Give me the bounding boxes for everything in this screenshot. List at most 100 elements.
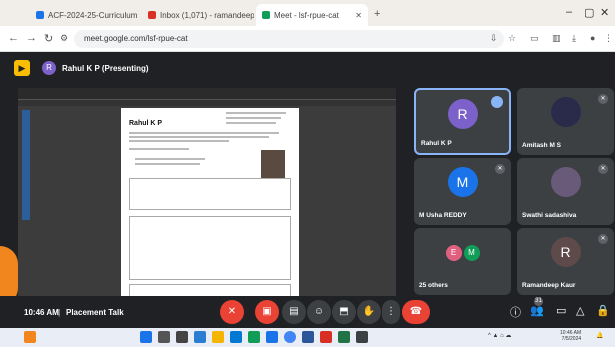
maximize-icon[interactable]: ▢: [584, 6, 594, 19]
participant-avatar: R: [447, 99, 478, 129]
notification-icon[interactable]: 🔔: [596, 332, 603, 339]
clock-date: 7/5/2024: [561, 336, 582, 342]
document-text-line: [135, 158, 205, 160]
chat-icon[interactable]: ▭: [556, 304, 566, 317]
url-field[interactable]: meet.google.com/lsf-rpue-cat: [74, 30, 504, 48]
back-icon[interactable]: ←: [8, 32, 19, 44]
meet-logo-icon: ▶: [14, 60, 30, 76]
site-info-icon[interactable]: ⚙: [60, 33, 68, 44]
document-text-line: [129, 148, 189, 150]
forward-icon[interactable]: →: [26, 32, 37, 44]
os-taskbar: ^ ▲ ⌂ ☁ 10:46 AM 7/5/2024 🔔: [0, 328, 615, 347]
participant-name: 25 others: [419, 282, 448, 289]
taskview-icon[interactable]: [176, 331, 188, 343]
mic-muted-icon: ✕: [495, 164, 505, 174]
widgets-icon[interactable]: [194, 331, 206, 343]
presenter-bar: ▶ R Rahul K P (Presenting): [14, 59, 149, 77]
participant-avatar: [550, 167, 581, 197]
participant-tile[interactable]: ✕ Swathi sadashiva: [517, 158, 614, 225]
info-icon[interactable]: ⓘ: [510, 304, 521, 320]
tab-title: Inbox (1,071) - ramandeep.k@: [160, 10, 254, 20]
leave-call-button[interactable]: ☎: [402, 300, 430, 324]
word-icon[interactable]: [302, 331, 314, 343]
participant-count-badge: 31: [534, 297, 543, 306]
participant-name: Ramandeep Kaur: [522, 282, 576, 289]
start-icon[interactable]: [140, 331, 152, 343]
participant-tile[interactable]: R ✕ Ramandeep Kaur: [517, 228, 614, 295]
participant-tile[interactable]: M ✕ M Usha REDDY: [414, 158, 511, 225]
participant-avatar: M: [463, 245, 480, 262]
file-explorer-icon[interactable]: [212, 331, 224, 343]
sidepanel-icon[interactable]: ▥: [552, 33, 561, 44]
activities-icon[interactable]: △: [576, 304, 584, 317]
meet-area: ▶ R Rahul K P (Presenting) Rahul K P R R…: [0, 52, 615, 306]
participant-avatar: [550, 97, 581, 127]
clock[interactable]: 10:46 AM 7/5/2024: [560, 330, 581, 342]
excel-icon[interactable]: [338, 331, 350, 343]
others-avatar-group: EM: [443, 237, 483, 267]
captions-button[interactable]: ▤: [282, 300, 306, 324]
edge-icon[interactable]: [230, 331, 242, 343]
participant-avatar: R: [550, 237, 581, 267]
participant-name: Rahul K P: [421, 140, 452, 147]
weather-widget-icon[interactable]: [24, 331, 36, 343]
browser-tab-bar: ACF-2024-25-Curriculum - Goo ✕ Inbox (1,…: [0, 0, 615, 26]
reactions-button[interactable]: ☺: [307, 300, 331, 324]
download-tray-icon[interactable]: ⤓: [572, 33, 576, 44]
url-text: meet.google.com/lsf-rpue-cat: [84, 34, 188, 43]
chrome-icon[interactable]: [284, 331, 296, 343]
separator: |: [58, 308, 61, 317]
raise-hand-button[interactable]: ✋: [357, 300, 381, 324]
new-tab-icon[interactable]: +: [374, 8, 380, 20]
mic-muted-icon: ✕: [598, 94, 608, 104]
close-window-icon[interactable]: ✕: [600, 6, 609, 19]
shared-app-titlebar: [18, 88, 396, 100]
browser-tab-active[interactable]: Meet - lsf-rpue-cat ✕: [256, 4, 368, 26]
acrobat-icon[interactable]: [320, 331, 332, 343]
shared-document-page: Rahul K P: [121, 108, 299, 298]
extension-icon[interactable]: ▭: [530, 33, 539, 44]
reload-icon[interactable]: ↻: [44, 32, 53, 45]
tab-title: ACF-2024-25-Curriculum - Goo: [48, 10, 140, 20]
document-text-line: [129, 140, 229, 142]
mic-toggle-button[interactable]: ✕: [220, 300, 244, 324]
document-table: [129, 216, 291, 280]
shared-screen: Rahul K P: [18, 88, 396, 298]
participant-tile[interactable]: EM 25 others: [414, 228, 511, 295]
bookmark-icon[interactable]: ☆: [508, 33, 516, 44]
download-icon[interactable]: ⇩: [490, 33, 498, 44]
profile-icon[interactable]: ●: [590, 33, 595, 43]
shared-app-toolbar: [18, 100, 396, 106]
document-text-line: [129, 136, 269, 138]
menu-icon[interactable]: ⋮: [604, 33, 613, 44]
participant-tile[interactable]: ✕ Amitash M S: [517, 88, 614, 155]
tray-icons[interactable]: ^ ▲ ⌂ ☁: [488, 332, 511, 339]
app-icon[interactable]: [356, 331, 368, 343]
browser-tab[interactable]: ACF-2024-25-Curriculum - Goo ✕: [30, 4, 140, 26]
participant-avatar: E: [445, 245, 462, 262]
document-text-line: [226, 117, 281, 119]
present-button[interactable]: ⬒: [332, 300, 356, 324]
participant-tile[interactable]: R Rahul K P: [414, 88, 511, 155]
search-icon[interactable]: [158, 331, 170, 343]
address-bar: ← → ↻ ⚙ meet.google.com/lsf-rpue-cat ⇩ ☆…: [0, 26, 615, 52]
browser-tab[interactable]: Inbox (1,071) - ramandeep.k@ ✕: [142, 4, 254, 26]
close-tab-icon[interactable]: ✕: [351, 11, 362, 20]
participant-name: M Usha REDDY: [419, 212, 467, 219]
document-text-line: [129, 132, 279, 134]
minimize-icon[interactable]: –: [566, 6, 572, 18]
meeting-time: 10:46 AM: [24, 308, 59, 317]
mic-muted-icon: ✕: [598, 234, 608, 244]
document-table: [129, 178, 291, 210]
app-icon[interactable]: [266, 331, 278, 343]
meet-favicon-icon: [262, 11, 270, 19]
camera-toggle-button[interactable]: ▣: [255, 300, 279, 324]
tab-title: Meet - lsf-rpue-cat: [274, 10, 339, 20]
more-options-button[interactable]: ⋮: [382, 300, 400, 324]
participant-name: Swathi sadashiva: [522, 212, 577, 219]
mic-muted-icon: ✕: [598, 164, 608, 174]
docs-favicon-icon: [36, 11, 44, 19]
store-icon[interactable]: [248, 331, 260, 343]
host-controls-icon[interactable]: 🔒: [596, 304, 610, 317]
presenter-label: Rahul K P (Presenting): [62, 63, 149, 73]
